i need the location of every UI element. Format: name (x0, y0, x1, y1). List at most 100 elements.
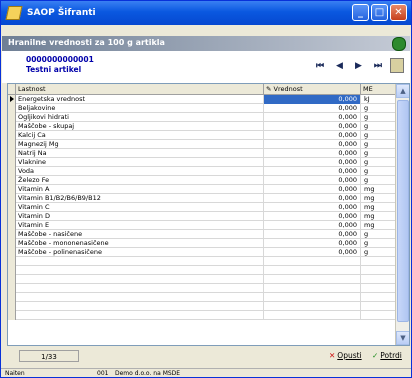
row-indicator[interactable] (8, 176, 16, 185)
column-header-property[interactable]: Lastnost (16, 84, 264, 94)
scroll-thumb[interactable] (397, 100, 409, 322)
row-indicator[interactable] (8, 275, 16, 284)
table-row[interactable] (8, 266, 395, 275)
value-cell[interactable] (264, 275, 361, 284)
row-indicator[interactable] (8, 239, 16, 248)
table-row[interactable]: Vitamin B1/B2/B6/B9/B12 0,000 mg (8, 194, 395, 203)
value-cell[interactable]: 0,000 (264, 104, 361, 113)
value-cell[interactable]: 0,000 (264, 221, 361, 230)
table-row[interactable]: Železo Fe 0,000 g (8, 176, 395, 185)
value-cell[interactable]: 0,000 (264, 131, 361, 140)
row-indicator[interactable] (8, 185, 16, 194)
row-indicator[interactable] (8, 230, 16, 239)
row-indicator[interactable] (8, 194, 16, 203)
table-row[interactable]: Maščobe - mononenasičene 0,000 g (8, 239, 395, 248)
value-cell[interactable]: 0,000 (264, 185, 361, 194)
row-indicator[interactable] (8, 149, 16, 158)
row-indicator[interactable] (8, 167, 16, 176)
title-bar[interactable]: SAOP Šifranti _ □ ✕ (1, 1, 411, 25)
value-cell[interactable]: 0,000 (264, 194, 361, 203)
row-indicator[interactable] (8, 311, 16, 320)
value-cell[interactable]: 0,000 (264, 248, 361, 257)
column-header-value[interactable]: ✎ Vrednost (264, 84, 361, 94)
vertical-scrollbar[interactable]: ▲ ▼ (395, 84, 409, 345)
table-row[interactable]: Kalcij Ca 0,000 g (8, 131, 395, 140)
close-button[interactable]: ✕ (390, 4, 407, 21)
scroll-down-button[interactable]: ▼ (396, 331, 409, 345)
table-row[interactable]: Voda 0,000 g (8, 167, 395, 176)
table-row[interactable]: Natrij Na 0,000 g (8, 149, 395, 158)
table-row[interactable] (8, 275, 395, 284)
value-cell[interactable]: 0,000 (264, 176, 361, 185)
confirm-button[interactable]: ✓ Potrdi (372, 350, 402, 362)
unit-cell: mg (364, 185, 375, 193)
table-row[interactable] (8, 257, 395, 266)
row-indicator[interactable] (8, 257, 16, 266)
row-indicator[interactable] (8, 95, 16, 104)
table-row[interactable]: Vitamin C 0,000 mg (8, 203, 395, 212)
table-row[interactable] (8, 293, 395, 302)
article-code: 0000000000001 (26, 55, 94, 64)
unit-cell (361, 311, 395, 320)
row-indicator[interactable] (8, 248, 16, 257)
value-cell[interactable] (264, 302, 361, 311)
value-cell[interactable]: 0,000 (264, 158, 361, 167)
column-header-unit[interactable]: ME (361, 84, 395, 94)
table-row[interactable]: Beljakovine 0,000 g (8, 104, 395, 113)
next-record-button[interactable]: ▶ (355, 61, 362, 71)
table-row[interactable] (8, 302, 395, 311)
row-indicator[interactable] (8, 104, 16, 113)
value-cell[interactable]: 0,000 (264, 149, 361, 158)
row-indicator[interactable] (8, 131, 16, 140)
unit-cell: g (364, 149, 369, 157)
maximize-button[interactable]: □ (371, 4, 388, 21)
table-row[interactable]: Maščobe - polinenasičene 0,000 g (8, 248, 395, 257)
value-cell[interactable]: 0,000 (264, 95, 361, 104)
value-cell[interactable]: 0,000 (264, 113, 361, 122)
cancel-button[interactable]: ✕ Opusti (329, 350, 362, 362)
value-cell[interactable]: 0,000 (264, 140, 361, 149)
property-cell (16, 266, 264, 275)
value-cell[interactable]: 0,000 (264, 212, 361, 221)
table-row[interactable]: Maščobe - nasičene 0,000 g (8, 230, 395, 239)
table-row[interactable] (8, 311, 395, 320)
scroll-up-button[interactable]: ▲ (396, 84, 409, 98)
row-indicator[interactable] (8, 113, 16, 122)
row-indicator[interactable] (8, 158, 16, 167)
value-cell[interactable] (264, 266, 361, 275)
options-icon[interactable] (390, 58, 404, 73)
value-cell[interactable] (264, 284, 361, 293)
last-record-button[interactable]: ⏭ (374, 61, 382, 71)
value-cell[interactable]: 0,000 (264, 167, 361, 176)
table-row[interactable]: Vlaknine 0,000 g (8, 158, 395, 167)
table-row[interactable]: Maščobe - skupaj 0,000 g (8, 122, 395, 131)
row-indicator[interactable] (8, 293, 16, 302)
value-cell[interactable] (264, 311, 361, 320)
table-row[interactable] (8, 284, 395, 293)
table-row[interactable]: Energetska vrednost 0,000 kJ (8, 95, 395, 104)
table-row[interactable]: Vitamin D 0,000 mg (8, 212, 395, 221)
row-indicator[interactable] (8, 212, 16, 221)
previous-record-button[interactable]: ◀ (336, 61, 343, 71)
table-row[interactable]: Magnezij Mg 0,000 g (8, 140, 395, 149)
table-row[interactable]: Vitamin A 0,000 mg (8, 185, 395, 194)
table-row[interactable]: Ogljikovi hidrati 0,000 g (8, 113, 395, 122)
value-cell[interactable]: 0,000 (264, 230, 361, 239)
row-indicator[interactable] (8, 122, 16, 131)
value-cell[interactable]: 0,000 (264, 122, 361, 131)
table-row[interactable]: Vitamin E 0,000 mg (8, 221, 395, 230)
first-record-button[interactable]: ⏮ (316, 61, 324, 71)
row-indicator[interactable] (8, 266, 16, 275)
value-cell[interactable] (264, 293, 361, 302)
minimize-button[interactable]: _ (352, 4, 369, 21)
row-indicator[interactable] (8, 140, 16, 149)
row-indicator[interactable] (8, 203, 16, 212)
property-cell (16, 293, 264, 302)
value-cell[interactable] (264, 257, 361, 266)
property-cell (16, 302, 264, 311)
value-cell[interactable]: 0,000 (264, 203, 361, 212)
row-indicator[interactable] (8, 221, 16, 230)
row-indicator[interactable] (8, 302, 16, 311)
value-cell[interactable]: 0,000 (264, 239, 361, 248)
row-indicator[interactable] (8, 284, 16, 293)
